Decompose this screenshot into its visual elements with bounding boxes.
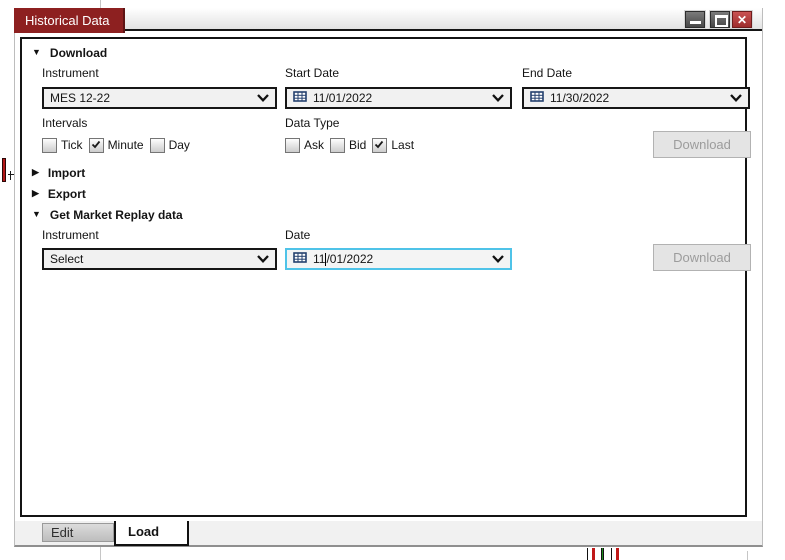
checkbox-item-day[interactable]: Day bbox=[149, 137, 190, 153]
calendar-icon bbox=[293, 91, 307, 105]
intervals-label: Intervals bbox=[42, 116, 88, 130]
checkbox-item-bid[interactable]: Bid bbox=[330, 137, 367, 153]
replay-download-button[interactable]: Download bbox=[653, 244, 751, 271]
chevron-down-icon bbox=[492, 255, 504, 263]
chevron-down-icon bbox=[730, 94, 742, 102]
checkbox-label: Minute bbox=[107, 138, 144, 152]
intervals-checkbox-group: Tick Minute Day bbox=[42, 137, 190, 153]
historical-data-panel bbox=[20, 37, 747, 517]
section-header-import[interactable]: ▶ Import bbox=[32, 165, 85, 180]
expand-triangle-icon: ▶ bbox=[32, 167, 39, 177]
section-header-export[interactable]: ▶ Export bbox=[32, 186, 86, 201]
checkbox-item-last[interactable]: Last bbox=[372, 137, 415, 153]
text-cursor-artifact bbox=[10, 171, 11, 180]
text-cursor-artifact bbox=[2, 158, 6, 182]
collapse-triangle-icon: ▼ bbox=[32, 209, 41, 219]
end-date-label: End Date bbox=[522, 66, 573, 80]
download-button[interactable]: Download bbox=[653, 131, 751, 158]
checkbox-item-minute[interactable]: Minute bbox=[88, 137, 144, 153]
replay-date-label: Date bbox=[285, 228, 311, 242]
data-type-label: Data Type bbox=[285, 116, 340, 130]
instrument-select[interactable]: MES 12-22 bbox=[42, 87, 277, 109]
checkbox-ask[interactable] bbox=[285, 137, 300, 153]
replay-date-value-pre: 11 bbox=[313, 252, 326, 266]
maximize-icon bbox=[715, 15, 728, 27]
checkbox-day[interactable] bbox=[149, 137, 165, 153]
data-type-checkbox-group: Ask Bid Last bbox=[285, 137, 415, 153]
start-date-label: Start Date bbox=[285, 66, 340, 80]
chevron-down-icon bbox=[492, 94, 504, 102]
checkbox-item-ask[interactable]: Ask bbox=[285, 137, 325, 153]
candlestick-wick bbox=[611, 548, 612, 560]
end-date-picker[interactable]: 11/30/2022 bbox=[522, 87, 750, 109]
end-date-value: 11/30/2022 bbox=[550, 91, 610, 105]
checkbox-tick[interactable] bbox=[42, 137, 57, 153]
replay-date-picker[interactable]: 11 /01/2022 bbox=[285, 248, 512, 270]
section-label: Export bbox=[47, 186, 86, 201]
candlestick-red bbox=[592, 548, 595, 560]
expand-triangle-icon: ▶ bbox=[32, 188, 39, 198]
replay-instrument-label: Instrument bbox=[42, 228, 99, 242]
close-icon: ✕ bbox=[736, 13, 748, 27]
historical-data-window: Historical Data ✕ ▼ Download Instrument … bbox=[14, 8, 763, 547]
section-label: Import bbox=[47, 165, 86, 180]
checkbox-bid[interactable] bbox=[330, 137, 346, 153]
start-date-picker[interactable]: 11/01/2022 bbox=[285, 87, 512, 109]
collapse-triangle-icon: ▼ bbox=[32, 47, 41, 57]
replay-date-value: 11 /01/2022 bbox=[313, 252, 373, 266]
replay-instrument-value: Select bbox=[50, 252, 84, 266]
close-button[interactable]: ✕ bbox=[732, 11, 752, 28]
candlestick-wick bbox=[587, 548, 588, 560]
section-label: Get Market Replay data bbox=[49, 207, 183, 222]
tab-load[interactable]: Load bbox=[114, 521, 189, 546]
tab-edit[interactable]: Edit bbox=[42, 523, 114, 542]
checkbox-label: Bid bbox=[349, 138, 367, 152]
instrument-value: MES 12-22 bbox=[50, 91, 111, 105]
checkbox-label: Day bbox=[168, 138, 190, 152]
replay-date-value-post: /01/2022 bbox=[326, 252, 374, 266]
titlebar[interactable]: Historical Data ✕ bbox=[14, 8, 762, 33]
maximize-button[interactable] bbox=[710, 11, 730, 28]
checkbox-label: Tick bbox=[61, 138, 83, 152]
calendar-icon bbox=[293, 252, 307, 266]
background-chart-gridline bbox=[100, 547, 101, 560]
chevron-down-icon bbox=[257, 255, 269, 263]
section-header-download[interactable]: ▼ Download bbox=[32, 45, 107, 60]
start-date-value: 11/01/2022 bbox=[313, 91, 373, 105]
section-label: Download bbox=[49, 45, 108, 60]
window-title: Historical Data bbox=[14, 8, 125, 33]
minimize-icon bbox=[690, 21, 701, 24]
chevron-down-icon bbox=[257, 94, 269, 102]
checkbox-item-tick[interactable]: Tick bbox=[42, 137, 83, 153]
section-header-market-replay[interactable]: ▼ Get Market Replay data bbox=[32, 207, 183, 222]
candlestick-red bbox=[616, 548, 619, 560]
checkbox-last[interactable] bbox=[372, 137, 388, 153]
instrument-label: Instrument bbox=[42, 66, 99, 80]
replay-instrument-select[interactable]: Select bbox=[42, 248, 277, 270]
candlestick-green bbox=[601, 548, 604, 560]
checkbox-minute[interactable] bbox=[88, 137, 104, 153]
calendar-icon bbox=[530, 91, 544, 105]
background-chart-gridline bbox=[747, 551, 748, 560]
checkbox-label: Ask bbox=[304, 138, 325, 152]
checkbox-label: Last bbox=[391, 138, 415, 152]
minimize-button[interactable] bbox=[685, 11, 705, 28]
